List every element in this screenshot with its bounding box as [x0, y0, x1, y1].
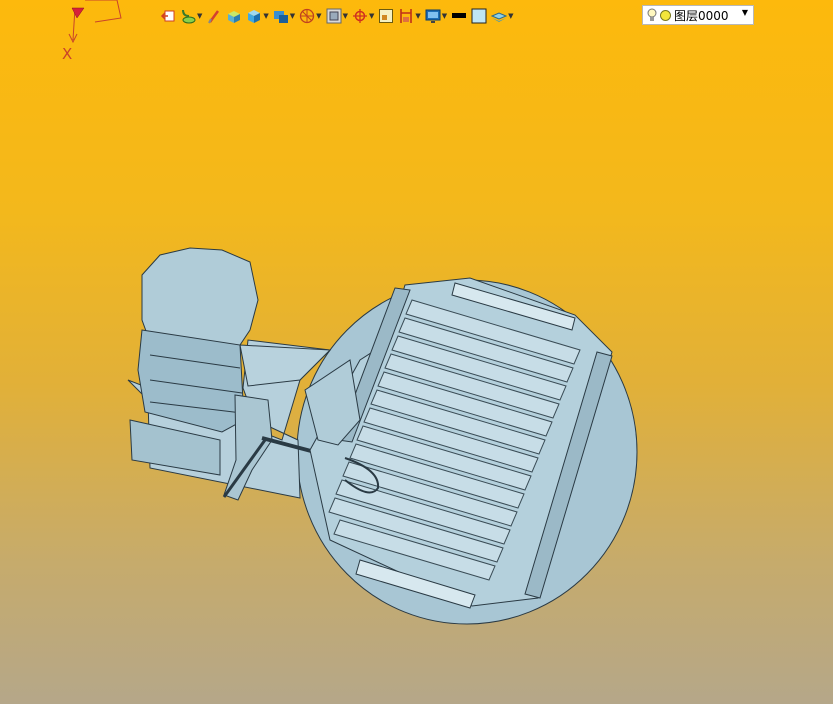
cad-model-assembly[interactable]: [0, 0, 833, 704]
3d-viewport[interactable]: X ▼ ▼ ▼ ▼ ▼ ▼ ▼ ▼ ▼ 图层0000 ▼: [0, 0, 833, 704]
